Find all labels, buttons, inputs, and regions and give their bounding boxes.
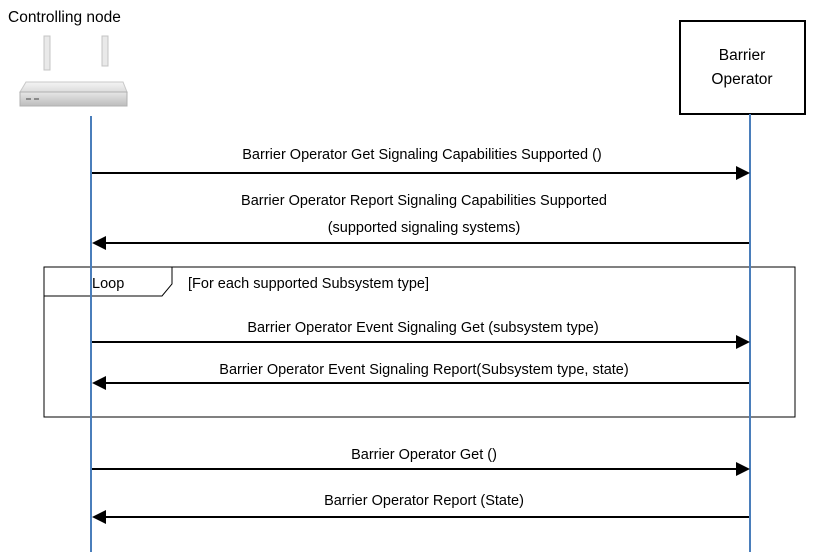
message-event-signaling-get: Barrier Operator Event Signaling Get (su… (92, 320, 750, 349)
message-label: Barrier Operator Event Signaling Get (su… (247, 320, 598, 336)
loop-condition: [For each supported Subsystem type] (188, 276, 429, 292)
barrier-operator-label-line2: Operator (711, 71, 772, 88)
barrier-operator-box (679, 20, 806, 115)
controller-label: Controlling node (8, 9, 121, 26)
message-barrier-operator-get: Barrier Operator Get () (92, 447, 750, 476)
loop-keyword: Loop (92, 276, 124, 292)
message-label: Barrier Operator Report Signaling Capabi… (241, 193, 607, 209)
message-label-line2: (supported signaling systems) (328, 220, 521, 236)
message-report-signaling-capabilities: Barrier Operator Report Signaling Capabi… (92, 193, 749, 250)
message-label: Barrier Operator Event Signaling Report(… (219, 362, 628, 378)
message-label: Barrier Operator Get Signaling Capabilit… (242, 147, 601, 163)
message-label: Barrier Operator Report (State) (324, 493, 524, 509)
sequence-diagram: Controlling node Barrier Operator Loop [… (8, 9, 806, 552)
message-label: Barrier Operator Get () (351, 447, 497, 463)
barrier-operator-label-line1: Barrier (719, 47, 766, 64)
message-get-signaling-capabilities: Barrier Operator Get Signaling Capabilit… (92, 147, 750, 180)
message-barrier-operator-report: Barrier Operator Report (State) (92, 493, 749, 524)
router-icon (19, 35, 128, 107)
message-event-signaling-report: Barrier Operator Event Signaling Report(… (92, 362, 749, 390)
